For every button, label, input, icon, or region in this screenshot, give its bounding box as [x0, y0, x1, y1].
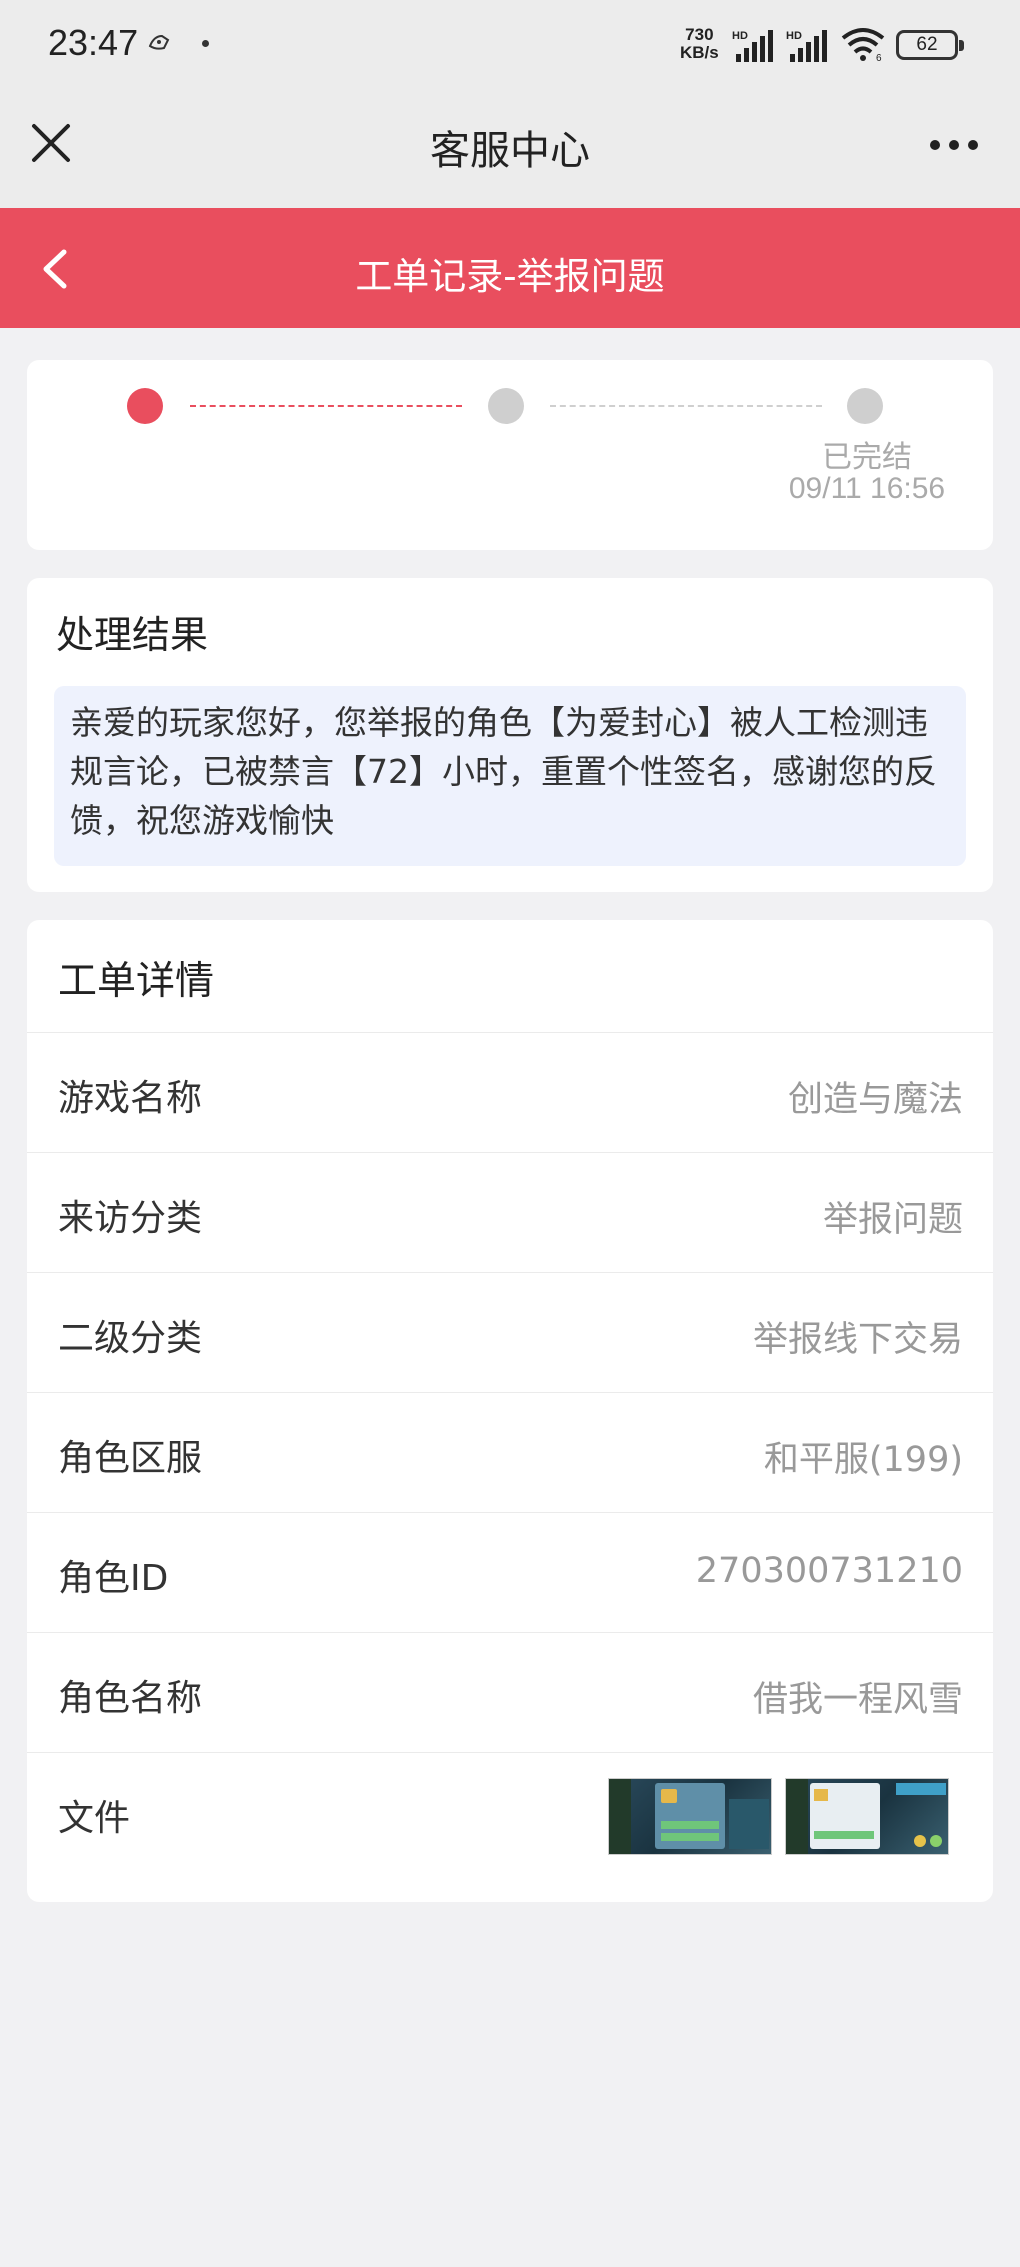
detail-row-game-name: 游戏名称 创造与魔法 — [27, 1032, 993, 1152]
file-thumbnail-2[interactable] — [785, 1778, 949, 1855]
app-title: 客服中心 — [430, 128, 590, 174]
detail-row-server: 角色区服 和平服(199) — [27, 1392, 993, 1512]
app-title-bar: 客服中心 — [0, 88, 1020, 208]
step-connector-2 — [550, 405, 822, 407]
result-card: 处理结果 亲爱的玩家您好，您举报的角色【为爱封心】被人工检测违规言论，已被禁言【… — [27, 578, 993, 892]
detail-row-sub-category: 二级分类 举报线下交易 — [27, 1272, 993, 1392]
notification-icon — [148, 34, 170, 50]
result-title: 处理结果 — [56, 613, 209, 657]
signal-icon-2: HD — [786, 30, 827, 62]
status-bar: 23:47 730 KB/s HD HD 6 62 — [0, 0, 1020, 88]
row-label: 角色ID — [58, 1558, 169, 1599]
step-dot-1 — [127, 388, 163, 424]
detail-row-visit-category: 来访分类 举报问题 — [27, 1152, 993, 1272]
file-thumbnail-1[interactable] — [608, 1778, 772, 1855]
step-3-time: 09/11 16:56 — [788, 472, 946, 505]
svg-text:6: 6 — [876, 53, 882, 62]
row-label: 游戏名称 — [58, 1078, 203, 1119]
progress-card: 已完结 09/11 16:56 — [27, 360, 993, 550]
svg-text:HD: HD — [732, 30, 748, 42]
battery-icon: 62 — [896, 30, 964, 60]
step-dot-2 — [488, 388, 524, 424]
row-label: 角色区服 — [58, 1438, 203, 1479]
row-label: 二级分类 — [58, 1318, 203, 1359]
row-value: 借我一程风雪 — [752, 1680, 963, 1720]
detail-title: 工单详情 — [58, 959, 215, 1004]
detail-row-role-name: 角色名称 借我一程风雪 — [27, 1632, 993, 1752]
row-value: 和平服(199) — [763, 1440, 963, 1480]
step-3-label: 已完结 — [822, 440, 912, 475]
wifi-icon: 6 — [841, 28, 885, 62]
signal-icon: HD — [732, 30, 773, 62]
row-label: 来访分类 — [58, 1198, 203, 1239]
step-connector-1 — [190, 405, 462, 407]
row-label: 角色名称 — [58, 1678, 203, 1719]
step-dot-3 — [847, 388, 883, 424]
network-speed: 730 KB/s — [680, 25, 719, 62]
row-value: 创造与魔法 — [787, 1080, 963, 1120]
more-icon[interactable] — [928, 138, 980, 152]
page-title: 工单记录-举报问题 — [355, 255, 665, 298]
status-time: 23:47 — [48, 22, 139, 63]
svg-text:HD: HD — [786, 30, 802, 42]
row-value: 举报问题 — [822, 1200, 963, 1240]
row-value: 举报线下交易 — [752, 1320, 963, 1360]
result-text: 亲爱的玩家您好，您举报的角色【为爱封心】被人工检测违规言论，已被禁言【72】小时… — [54, 686, 966, 866]
page-header: 工单记录-举报问题 — [0, 208, 1020, 328]
row-value: 270300731210 — [695, 1551, 963, 1591]
detail-card: 工单详情 游戏名称 创造与魔法 来访分类 举报问题 二级分类 举报线下交易 角色… — [27, 920, 993, 1902]
files-label: 文件 — [58, 1798, 131, 1839]
detail-row-role-id: 角色ID 270300731210 — [27, 1512, 993, 1632]
status-dot — [202, 40, 209, 47]
